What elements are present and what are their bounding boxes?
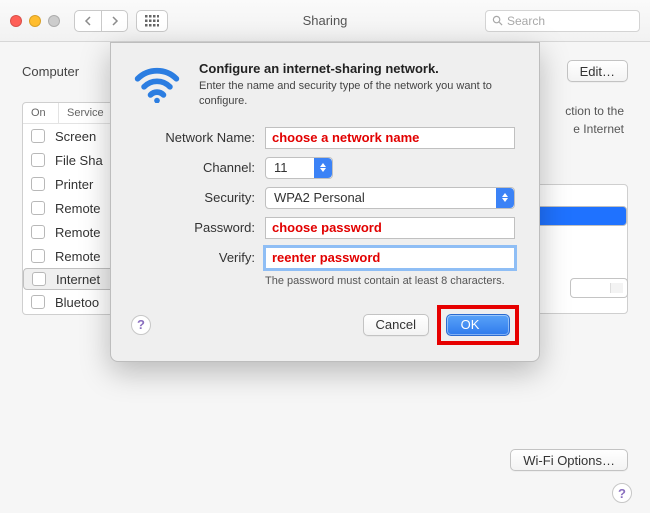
sheet-help-button[interactable]: ? bbox=[131, 315, 151, 335]
service-checkbox[interactable] bbox=[31, 129, 45, 143]
minimize-window-icon[interactable] bbox=[29, 15, 41, 27]
service-label: Screen bbox=[55, 129, 96, 144]
search-input[interactable]: Search bbox=[485, 10, 640, 32]
password-input[interactable] bbox=[265, 217, 515, 239]
chevron-updown-icon bbox=[496, 188, 514, 208]
label-channel: Channel: bbox=[135, 160, 255, 175]
service-label: File Sha bbox=[55, 153, 103, 168]
ok-highlight: OK bbox=[437, 305, 519, 345]
sheet-title: Configure an internet-sharing network. bbox=[199, 61, 519, 76]
sheet-subtitle: Enter the name and security type of the … bbox=[199, 79, 519, 109]
search-icon bbox=[492, 15, 503, 26]
zoom-window-icon bbox=[48, 15, 60, 27]
service-checkbox[interactable] bbox=[31, 295, 45, 309]
security-select[interactable]: WPA2 Personal bbox=[265, 187, 515, 209]
service-label: Printer bbox=[55, 177, 93, 192]
ok-button[interactable]: OK bbox=[446, 314, 510, 336]
service-label: Remote bbox=[55, 201, 101, 216]
wifi-icon bbox=[131, 61, 183, 109]
label-security: Security: bbox=[135, 190, 255, 205]
service-checkbox[interactable] bbox=[31, 201, 45, 215]
service-label: Internet bbox=[56, 272, 100, 287]
nav-buttons bbox=[74, 10, 128, 32]
wifi-options-button[interactable]: Wi-Fi Options… bbox=[510, 449, 628, 471]
show-all-button[interactable] bbox=[136, 10, 168, 32]
service-checkbox[interactable] bbox=[31, 153, 45, 167]
forward-button[interactable] bbox=[101, 11, 127, 31]
service-checkbox[interactable] bbox=[31, 249, 45, 263]
service-checkbox[interactable] bbox=[31, 177, 45, 191]
label-password: Password: bbox=[135, 220, 255, 235]
channel-select[interactable]: 11 bbox=[265, 157, 333, 179]
close-window-icon[interactable] bbox=[10, 15, 22, 27]
service-checkbox[interactable] bbox=[32, 272, 46, 286]
cancel-button[interactable]: Cancel bbox=[363, 314, 429, 336]
verify-input[interactable] bbox=[265, 247, 515, 269]
edit-button[interactable]: Edit… bbox=[567, 60, 628, 82]
service-checkbox[interactable] bbox=[31, 225, 45, 239]
network-name-input[interactable] bbox=[265, 127, 515, 149]
label-network-name: Network Name: bbox=[135, 130, 255, 145]
col-on: On bbox=[23, 103, 59, 123]
service-label: Remote bbox=[55, 249, 101, 264]
password-hint: The password must contain at least 8 cha… bbox=[265, 275, 515, 287]
back-button[interactable] bbox=[75, 11, 101, 31]
service-label: Bluetoo bbox=[55, 295, 99, 310]
chevron-updown-icon bbox=[314, 158, 332, 178]
label-verify: Verify: bbox=[135, 250, 255, 265]
search-placeholder: Search bbox=[507, 14, 545, 28]
share-from-select[interactable] bbox=[570, 278, 628, 298]
window-controls bbox=[10, 15, 60, 27]
computer-name-label: Computer bbox=[22, 64, 79, 79]
internet-sharing-sheet: Configure an internet-sharing network. E… bbox=[110, 42, 540, 362]
sheet-form: Network Name: Channel: 11 Security: WPA2… bbox=[135, 127, 515, 287]
service-label: Remote bbox=[55, 225, 101, 240]
help-button[interactable]: ? bbox=[612, 483, 632, 503]
titlebar: Sharing Search bbox=[0, 0, 650, 42]
